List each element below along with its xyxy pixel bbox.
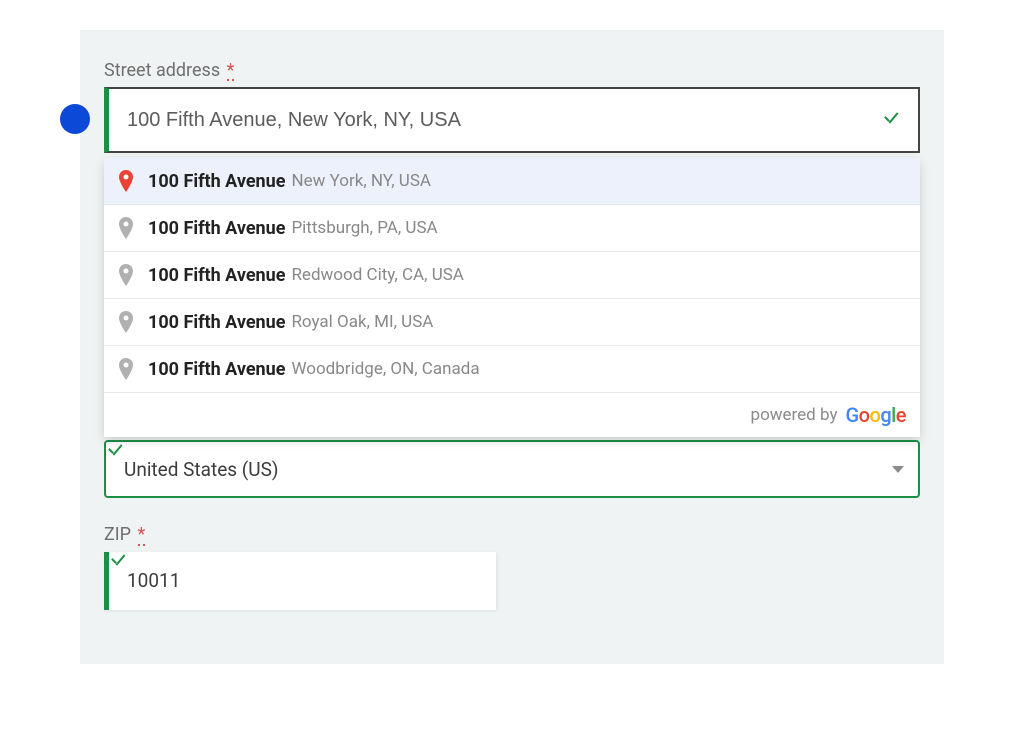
suggestion-main-text: 100 Fifth Avenue — [148, 359, 285, 380]
suggestion-main-text: 100 Fifth Avenue — [148, 171, 285, 192]
street-input-wrapper — [104, 87, 920, 153]
country-selected-value: United States (US) — [124, 458, 860, 481]
suggestion-secondary-text: Royal Oak, MI, USA — [291, 312, 433, 332]
country-select-indicators — [860, 459, 904, 479]
suggestion-secondary-text: Woodbridge, ON, Canada — [291, 359, 479, 379]
zip-label: ZIP * — [104, 524, 920, 545]
suggestion-secondary-text: Pittsburgh, PA, USA — [291, 218, 437, 238]
suggestion-main-text: 100 Fifth Avenue — [148, 312, 285, 333]
suggestion-item[interactable]: 100 Fifth Avenue New York, NY, USA — [104, 158, 920, 205]
chevron-down-icon — [892, 466, 904, 473]
street-address-label: Street address * — [104, 60, 920, 81]
map-marker-icon — [118, 217, 134, 239]
check-icon — [860, 459, 880, 479]
powered-by-row: powered by Google — [104, 393, 920, 437]
label-text: Street address — [104, 60, 220, 81]
google-logo: Google — [845, 403, 906, 427]
suggestion-main-text: 100 Fifth Avenue — [148, 218, 285, 239]
required-indicator: * — [138, 527, 146, 545]
active-step-indicator — [60, 104, 90, 134]
map-marker-icon — [118, 264, 134, 286]
map-marker-icon — [118, 358, 134, 380]
autocomplete-dropdown: 100 Fifth Avenue New York, NY, USA 100 F… — [104, 158, 920, 437]
zip-value: 10011 — [127, 569, 458, 592]
map-marker-icon — [118, 170, 134, 192]
suggestion-item[interactable]: 100 Fifth Avenue Redwood City, CA, USA — [104, 252, 920, 299]
suggestion-secondary-text: New York, NY, USA — [291, 171, 431, 191]
suggestion-item[interactable]: 100 Fifth Avenue Royal Oak, MI, USA — [104, 299, 920, 346]
country-region-select[interactable]: United States (US) — [104, 440, 920, 498]
zip-input[interactable]: 10011 — [104, 552, 496, 610]
street-address-input[interactable] — [104, 87, 920, 153]
suggestion-secondary-text: Redwood City, CA, USA — [291, 265, 463, 285]
zip-group: ZIP * 10011 — [104, 524, 920, 609]
required-indicator: * — [227, 63, 235, 81]
suggestion-item[interactable]: 100 Fifth Avenue Woodbridge, ON, Canada — [104, 346, 920, 393]
label-text: ZIP — [104, 524, 131, 545]
suggestion-item[interactable]: 100 Fifth Avenue Pittsburgh, PA, USA — [104, 205, 920, 252]
check-icon — [882, 110, 902, 130]
street-address-group: Street address * 100 Fifth Avenue New Yo… — [104, 60, 920, 153]
map-marker-icon — [118, 311, 134, 333]
suggestion-main-text: 100 Fifth Avenue — [148, 265, 285, 286]
check-icon — [458, 571, 478, 591]
powered-by-text: powered by — [751, 405, 838, 425]
address-form: Street address * 100 Fifth Avenue New Yo… — [80, 30, 944, 664]
